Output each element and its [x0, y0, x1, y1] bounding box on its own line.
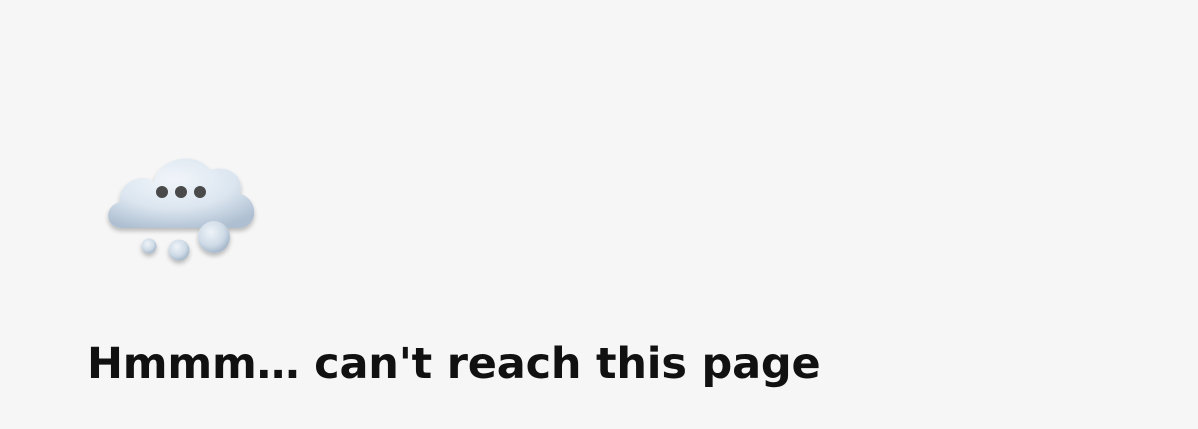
error-title: Hmmm… can't reach this page [87, 339, 821, 389]
thinking-cloud-icon [100, 140, 270, 270]
error-page: Hmmm… can't reach this page [0, 0, 1198, 429]
